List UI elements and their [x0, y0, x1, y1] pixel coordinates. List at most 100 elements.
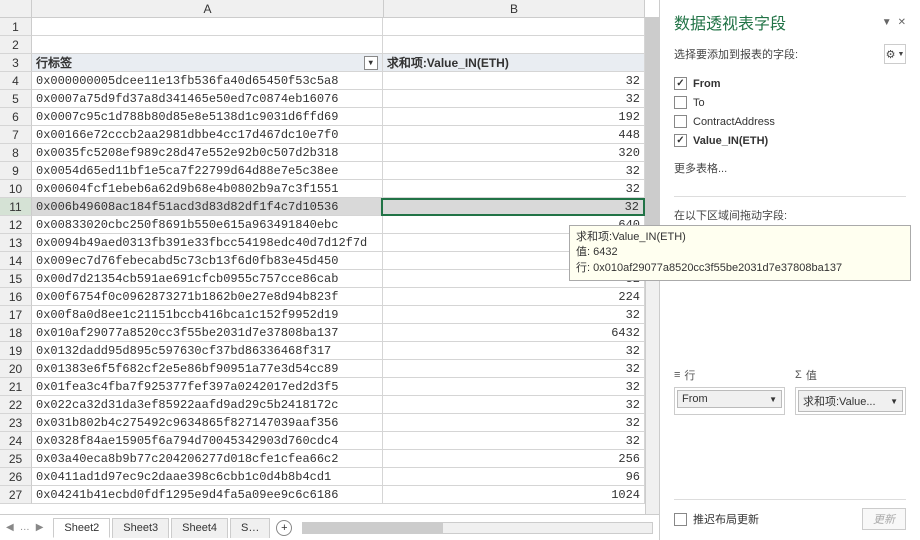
cell[interactable]: 192	[383, 108, 645, 126]
cell[interactable]: 0x01383e6f5f682cf2e5e86bf90951a77e3d54cc…	[32, 360, 383, 378]
cell[interactable]: 0x04241b41ecbd0fdf1295e9d4fa5a09ee9c6c61…	[32, 486, 383, 504]
cell[interactable]: 0x0094b49aed0313fb391e33fbcc54198edc40d7…	[32, 234, 383, 252]
row-header[interactable]: 9	[0, 162, 32, 180]
cell[interactable]: 32	[383, 360, 645, 378]
row-header[interactable]: 27	[0, 486, 32, 504]
cell[interactable]: 0x03a40eca8b9b77c204206277d018cfe1cfea66…	[32, 450, 383, 468]
pivot-rowlabel-header[interactable]: 行标签▾	[32, 54, 383, 72]
cell[interactable]: 96	[383, 468, 645, 486]
row-header[interactable]: 22	[0, 396, 32, 414]
field-item[interactable]: Value_IN(ETH)	[674, 131, 906, 150]
cell[interactable]: 0x00d7d21354cb591ae691cfcb0955c757cce86c…	[32, 270, 383, 288]
cell[interactable]: 1024	[383, 486, 645, 504]
cell[interactable]: 0x00833020cbc250f8691b550e615a963491840e…	[32, 216, 383, 234]
cell[interactable]: 0x0054d65ed11bf1e5ca7f22799d64d88e7e5c38…	[32, 162, 383, 180]
field-item[interactable]: To	[674, 93, 906, 112]
row-header[interactable]: 7	[0, 126, 32, 144]
cell[interactable]: 6432	[383, 324, 645, 342]
cell[interactable]: 32	[383, 378, 645, 396]
cell[interactable]: 0x0132dadd95d895c597630cf37bd86336468f31…	[32, 342, 383, 360]
cell[interactable]: 0x009ec7d76febecabd5c73cb13f6d0fb83e45d4…	[32, 252, 383, 270]
cell[interactable]: 0x0411ad1d97ec9c2daae398c6cbb1c0d4b8b4cd…	[32, 468, 383, 486]
cell[interactable]: 0x00604fcf1ebeb6a62d9b68e4b0802b9a7c3f15…	[32, 180, 383, 198]
cell[interactable]	[383, 18, 645, 36]
cell[interactable]: 32	[383, 306, 645, 324]
sheet-tab[interactable]: Sheet2	[53, 518, 110, 538]
cell[interactable]: 32	[383, 414, 645, 432]
column-header-A[interactable]: A	[32, 0, 384, 17]
cell[interactable]: 0x0007c95c1d788b80d85e8e5138d1c9031d6ffd…	[32, 108, 383, 126]
row-header[interactable]: 12	[0, 216, 32, 234]
row-header[interactable]: 4	[0, 72, 32, 90]
row-header[interactable]: 1	[0, 18, 32, 36]
tab-next-icon[interactable]: ▶	[36, 522, 44, 533]
row-header[interactable]: 20	[0, 360, 32, 378]
chevron-down-icon[interactable]: ▼	[890, 397, 898, 406]
row-header[interactable]: 25	[0, 450, 32, 468]
rowlabel-filter-dropdown[interactable]: ▾	[364, 56, 378, 70]
cell[interactable]: 320	[383, 144, 645, 162]
cell[interactable]: 0x010af29077a8520cc3f55be2031d7e37808ba1…	[32, 324, 383, 342]
cell[interactable]: 0x031b802b4c275492c9634865f827147039aaf3…	[32, 414, 383, 432]
update-button[interactable]: 更新	[862, 508, 906, 530]
select-all-corner[interactable]	[0, 0, 32, 17]
row-header[interactable]: 8	[0, 144, 32, 162]
cell[interactable]: 0x0035fc5208ef989c28d47e552e92b0c507d2b3…	[32, 144, 383, 162]
horizontal-scroll-thumb[interactable]	[303, 523, 442, 533]
row-header[interactable]: 10	[0, 180, 32, 198]
chevron-down-icon[interactable]: ▼	[769, 395, 777, 404]
cell[interactable]: 0x022ca32d31da3ef85922aafd9ad29c5b241817…	[32, 396, 383, 414]
row-header[interactable]: 16	[0, 288, 32, 306]
more-tables-link[interactable]: 更多表格...	[674, 160, 906, 176]
field-item[interactable]: ContractAddress	[674, 112, 906, 131]
cell[interactable]: 32	[383, 180, 645, 198]
field-checkbox[interactable]	[674, 115, 687, 128]
cell[interactable]	[383, 36, 645, 54]
row-header[interactable]: 17	[0, 306, 32, 324]
row-header[interactable]: 11	[0, 198, 32, 216]
cell[interactable]: 0x0328f84ae15905f6a794d70045342903d760cd…	[32, 432, 383, 450]
cell[interactable]: 32	[383, 396, 645, 414]
cell[interactable]: 256	[383, 450, 645, 468]
rows-pill-from[interactable]: From▼	[677, 390, 782, 408]
cell[interactable]: 32	[383, 162, 645, 180]
column-header-B[interactable]: B	[384, 0, 645, 17]
rows-area[interactable]: ≡行 From▼	[674, 367, 785, 491]
cell[interactable]: 0x0007a75d9fd37a8d341465e50ed7c0874eb160…	[32, 90, 383, 108]
cell[interactable]: 32	[381, 198, 645, 216]
horizontal-scrollbar[interactable]	[302, 522, 653, 534]
cell[interactable]: 0x00f6754f0c0962873271b1862b0e27e8d94b82…	[32, 288, 383, 306]
cell[interactable]: 448	[383, 126, 645, 144]
cell[interactable]: 32	[383, 342, 645, 360]
tab-prev-icon[interactable]: ◀	[6, 522, 14, 533]
sheet-tab[interactable]: Sheet4	[171, 518, 228, 538]
tab-more-icon[interactable]: …	[20, 522, 30, 533]
row-header[interactable]: 15	[0, 270, 32, 288]
field-checkbox[interactable]	[674, 77, 687, 90]
row-header[interactable]: 24	[0, 432, 32, 450]
panel-close-icon[interactable]: ✕	[898, 17, 906, 28]
cell[interactable]: 0x000000005dcee11e13fb536fa40d65450f53c5…	[32, 72, 383, 90]
row-header[interactable]: 18	[0, 324, 32, 342]
values-area[interactable]: Σ值 求和项:Value...▼	[795, 367, 906, 491]
gear-icon[interactable]: ⚙▼	[884, 44, 906, 64]
row-header[interactable]: 14	[0, 252, 32, 270]
row-header[interactable]: 3	[0, 54, 32, 72]
field-checkbox[interactable]	[674, 134, 687, 147]
row-header[interactable]: 19	[0, 342, 32, 360]
cell[interactable]: 0x00f8a0d8ee1c21151bccb416bca1c152f9952d…	[32, 306, 383, 324]
cell[interactable]	[32, 18, 383, 36]
row-header[interactable]: 6	[0, 108, 32, 126]
panel-dropdown-icon[interactable]: ▼	[882, 17, 892, 28]
add-sheet-button[interactable]: +	[276, 520, 292, 536]
sheet-tab[interactable]: Sheet3	[112, 518, 169, 538]
cell[interactable]: 32	[383, 72, 645, 90]
field-item[interactable]: From	[674, 74, 906, 93]
row-header[interactable]: 23	[0, 414, 32, 432]
values-pill[interactable]: 求和项:Value...▼	[798, 390, 903, 412]
row-header[interactable]: 5	[0, 90, 32, 108]
cell[interactable]: 0x00166e72cccb2aa2981dbbe4cc17d467dc10e7…	[32, 126, 383, 144]
cell[interactable]: 0x01fea3c4fba7f925377fef397a0242017ed2d3…	[32, 378, 383, 396]
row-header[interactable]: 2	[0, 36, 32, 54]
cell[interactable]: 32	[383, 432, 645, 450]
